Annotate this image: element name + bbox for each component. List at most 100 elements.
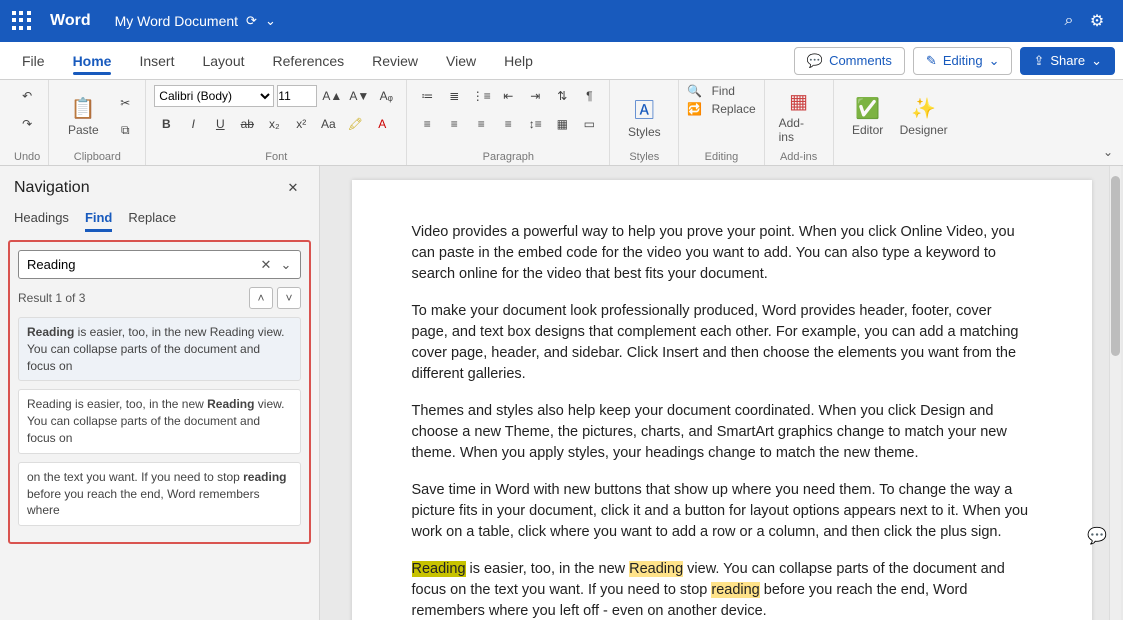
- align-left-icon[interactable]: ≡: [415, 112, 439, 136]
- close-nav-icon[interactable]: ✕: [281, 176, 305, 200]
- tab-home[interactable]: Home: [59, 45, 126, 77]
- title-bar: Word My Word Document ⟳ ⌄ ⌕ ⚙: [0, 0, 1123, 42]
- font-color-icon[interactable]: A: [370, 112, 394, 136]
- group-editor-designer: ✅ Editor ✨ Designer: [834, 80, 958, 165]
- app-launcher-icon[interactable]: [12, 11, 32, 31]
- italic-icon[interactable]: I: [181, 112, 205, 136]
- comment-marker-icon[interactable]: 💬: [1087, 526, 1107, 546]
- outdent-icon[interactable]: ⇤: [496, 84, 520, 108]
- group-editing: 🔍 Find 🔁 Replace Editing: [679, 80, 764, 165]
- clear-search-icon[interactable]: ✕: [256, 257, 276, 273]
- next-result-button[interactable]: ˅: [277, 287, 301, 309]
- bold-icon[interactable]: B: [154, 112, 178, 136]
- editing-group-label: Editing: [705, 149, 739, 163]
- superscript-icon[interactable]: x²: [289, 112, 313, 136]
- align-center-icon[interactable]: ≡: [442, 112, 466, 136]
- title-dropdown-icon[interactable]: ⌄: [265, 13, 276, 29]
- multilevel-icon[interactable]: ⋮≡: [469, 84, 493, 108]
- paragraph-2[interactable]: To make your document look professionall…: [412, 301, 1032, 385]
- tab-help[interactable]: Help: [490, 45, 547, 77]
- settings-gear-icon[interactable]: ⚙: [1083, 11, 1111, 31]
- underline-icon[interactable]: U: [208, 112, 232, 136]
- document-canvas[interactable]: Video provides a powerful way to help yo…: [320, 166, 1123, 620]
- bullets-icon[interactable]: ≔: [415, 84, 439, 108]
- collapse-ribbon-icon[interactable]: ⌄: [1099, 143, 1117, 161]
- addins-big-label: Add-ins: [779, 116, 819, 144]
- grow-font-icon[interactable]: A▲: [320, 84, 344, 108]
- show-marks-icon[interactable]: ¶: [577, 84, 601, 108]
- find-icon: 🔍: [687, 84, 702, 98]
- align-right-icon[interactable]: ≡: [469, 112, 493, 136]
- comments-button[interactable]: 💬 Comments: [794, 47, 905, 75]
- search-result-1[interactable]: Reading is easier, too, in the new Readi…: [18, 317, 301, 381]
- font-size-input[interactable]: [277, 85, 317, 107]
- font-group-label: Font: [265, 149, 287, 163]
- editor-button[interactable]: ✅ Editor: [842, 92, 894, 141]
- editing-mode-button[interactable]: ✎ Editing ⌄: [913, 47, 1013, 75]
- vertical-scrollbar[interactable]: [1109, 166, 1121, 620]
- indent-icon[interactable]: ⇥: [523, 84, 547, 108]
- undo-icon[interactable]: ↶: [15, 84, 39, 108]
- navigation-title: Navigation: [14, 179, 90, 197]
- clipboard-icon: 📋: [71, 96, 96, 121]
- subscript-icon[interactable]: x₂: [262, 112, 286, 136]
- cut-icon[interactable]: ✂: [113, 91, 137, 115]
- strike-icon[interactable]: ab: [235, 112, 259, 136]
- share-button[interactable]: ⇪ Share ⌄: [1020, 47, 1115, 75]
- find-button[interactable]: 🔍 Find: [687, 84, 735, 98]
- share-label: Share: [1050, 53, 1085, 68]
- paragraph-5[interactable]: Reading is easier, too, in the new Readi…: [412, 559, 1032, 620]
- line-spacing-icon[interactable]: ↕≡: [523, 112, 547, 136]
- font-family-select[interactable]: Calibri (Body): [154, 85, 274, 107]
- copy-icon[interactable]: ⧉: [113, 119, 137, 143]
- group-styles: 🄰 Styles Styles: [610, 80, 679, 165]
- nav-tab-headings[interactable]: Headings: [14, 210, 69, 232]
- addins-group-label: Add-ins: [780, 149, 817, 163]
- highlight-color-icon[interactable]: 🖍: [343, 112, 367, 136]
- designer-button[interactable]: ✨ Designer: [898, 92, 950, 141]
- addins-button[interactable]: ▦ Add-ins: [773, 85, 825, 148]
- tab-file[interactable]: File: [8, 45, 59, 77]
- group-addins: ▦ Add-ins Add-ins: [765, 80, 834, 165]
- tab-insert[interactable]: Insert: [125, 45, 188, 77]
- search-options-chevron-icon[interactable]: ⌄: [276, 257, 296, 273]
- search-field-row: ✕ ⌄: [18, 250, 301, 279]
- tab-references[interactable]: References: [259, 45, 359, 77]
- match-highlight-2: Reading: [629, 561, 683, 577]
- scrollbar-thumb[interactable]: [1111, 176, 1120, 356]
- tab-layout[interactable]: Layout: [188, 45, 258, 77]
- paragraph-1[interactable]: Video provides a powerful way to help yo…: [412, 222, 1032, 285]
- page[interactable]: Video provides a powerful way to help yo…: [352, 180, 1092, 620]
- shrink-font-icon[interactable]: A▼: [347, 84, 371, 108]
- ribbon-tabs: File Home Insert Layout References Revie…: [0, 42, 1123, 80]
- prev-result-button[interactable]: ˄: [249, 287, 273, 309]
- search-icon[interactable]: ⌕: [1055, 12, 1083, 30]
- paragraph-3[interactable]: Themes and styles also help keep your do…: [412, 401, 1032, 464]
- numbering-icon[interactable]: ≣: [442, 84, 466, 108]
- search-result-3[interactable]: on the text you want. If you need to sto…: [18, 462, 301, 526]
- redo-icon[interactable]: ↷: [15, 112, 39, 136]
- tab-view[interactable]: View: [432, 45, 490, 77]
- navigation-pane: Navigation ✕ Headings Find Replace ✕ ⌄ R…: [0, 166, 320, 620]
- paste-button[interactable]: 📋 Paste: [57, 92, 109, 141]
- find-input[interactable]: [23, 253, 256, 276]
- styles-button[interactable]: 🄰 Styles: [618, 90, 670, 143]
- search-result-2[interactable]: Reading is easier, too, in the new Readi…: [18, 389, 301, 453]
- match-highlight-3: reading: [711, 582, 759, 598]
- nav-tab-replace[interactable]: Replace: [128, 210, 176, 232]
- styles-icon: 🄰: [634, 94, 654, 123]
- document-title[interactable]: My Word Document: [115, 13, 238, 29]
- sort-icon[interactable]: ⇅: [550, 84, 574, 108]
- nav-tab-find[interactable]: Find: [85, 210, 112, 232]
- replace-button[interactable]: 🔁 Replace: [687, 102, 755, 116]
- change-case-icon[interactable]: Aa: [316, 112, 340, 136]
- tab-review[interactable]: Review: [358, 45, 432, 77]
- save-status-icon[interactable]: ⟳: [246, 13, 257, 29]
- app-name: Word: [50, 12, 91, 30]
- editing-label: Editing: [943, 53, 983, 68]
- paragraph-4[interactable]: Save time in Word with new buttons that …: [412, 480, 1032, 543]
- clear-format-icon[interactable]: Aᵩ: [374, 84, 398, 108]
- shading-icon[interactable]: ▦: [550, 112, 574, 136]
- justify-icon[interactable]: ≡: [496, 112, 520, 136]
- borders-icon[interactable]: ▭: [577, 112, 601, 136]
